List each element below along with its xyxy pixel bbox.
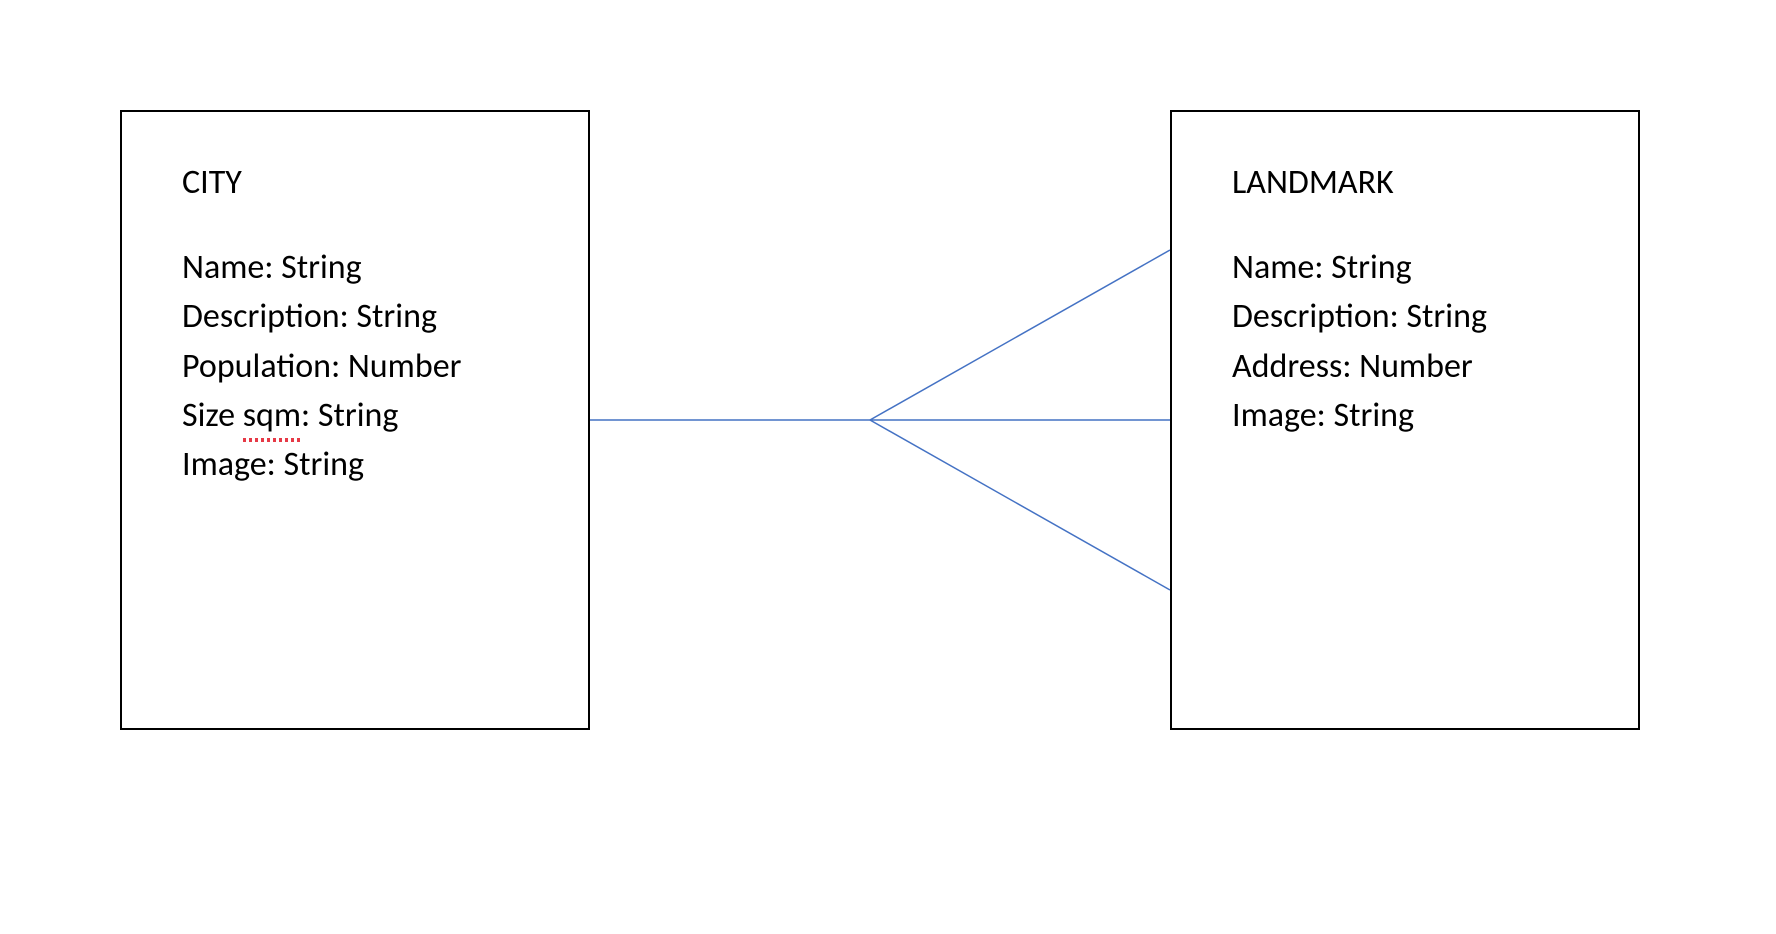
city-attr-image: Image: String: [182, 440, 548, 489]
landmark-attr-image: Image: String: [1232, 391, 1598, 440]
city-attr-description: Description: String: [182, 292, 548, 341]
spellcheck-underline: sqm: [243, 391, 301, 440]
landmark-attr-description: Description: String: [1232, 292, 1598, 341]
connector-branch-top: [870, 250, 1170, 420]
entity-landmark-box: LANDMARK Name: String Description: Strin…: [1170, 110, 1640, 730]
city-attr-name: Name: String: [182, 243, 548, 292]
entity-city-box: CITY Name: String Description: String Po…: [120, 110, 590, 730]
connector-branch-bottom: [870, 420, 1170, 590]
city-attr-size: Size sqm: String: [182, 391, 548, 440]
entity-landmark-title: LANDMARK: [1232, 162, 1598, 203]
city-attr-population: Population: Number: [182, 342, 548, 391]
landmark-attr-name: Name: String: [1232, 243, 1598, 292]
entity-city-title: CITY: [182, 162, 548, 203]
landmark-attr-address: Address: Number: [1232, 342, 1598, 391]
